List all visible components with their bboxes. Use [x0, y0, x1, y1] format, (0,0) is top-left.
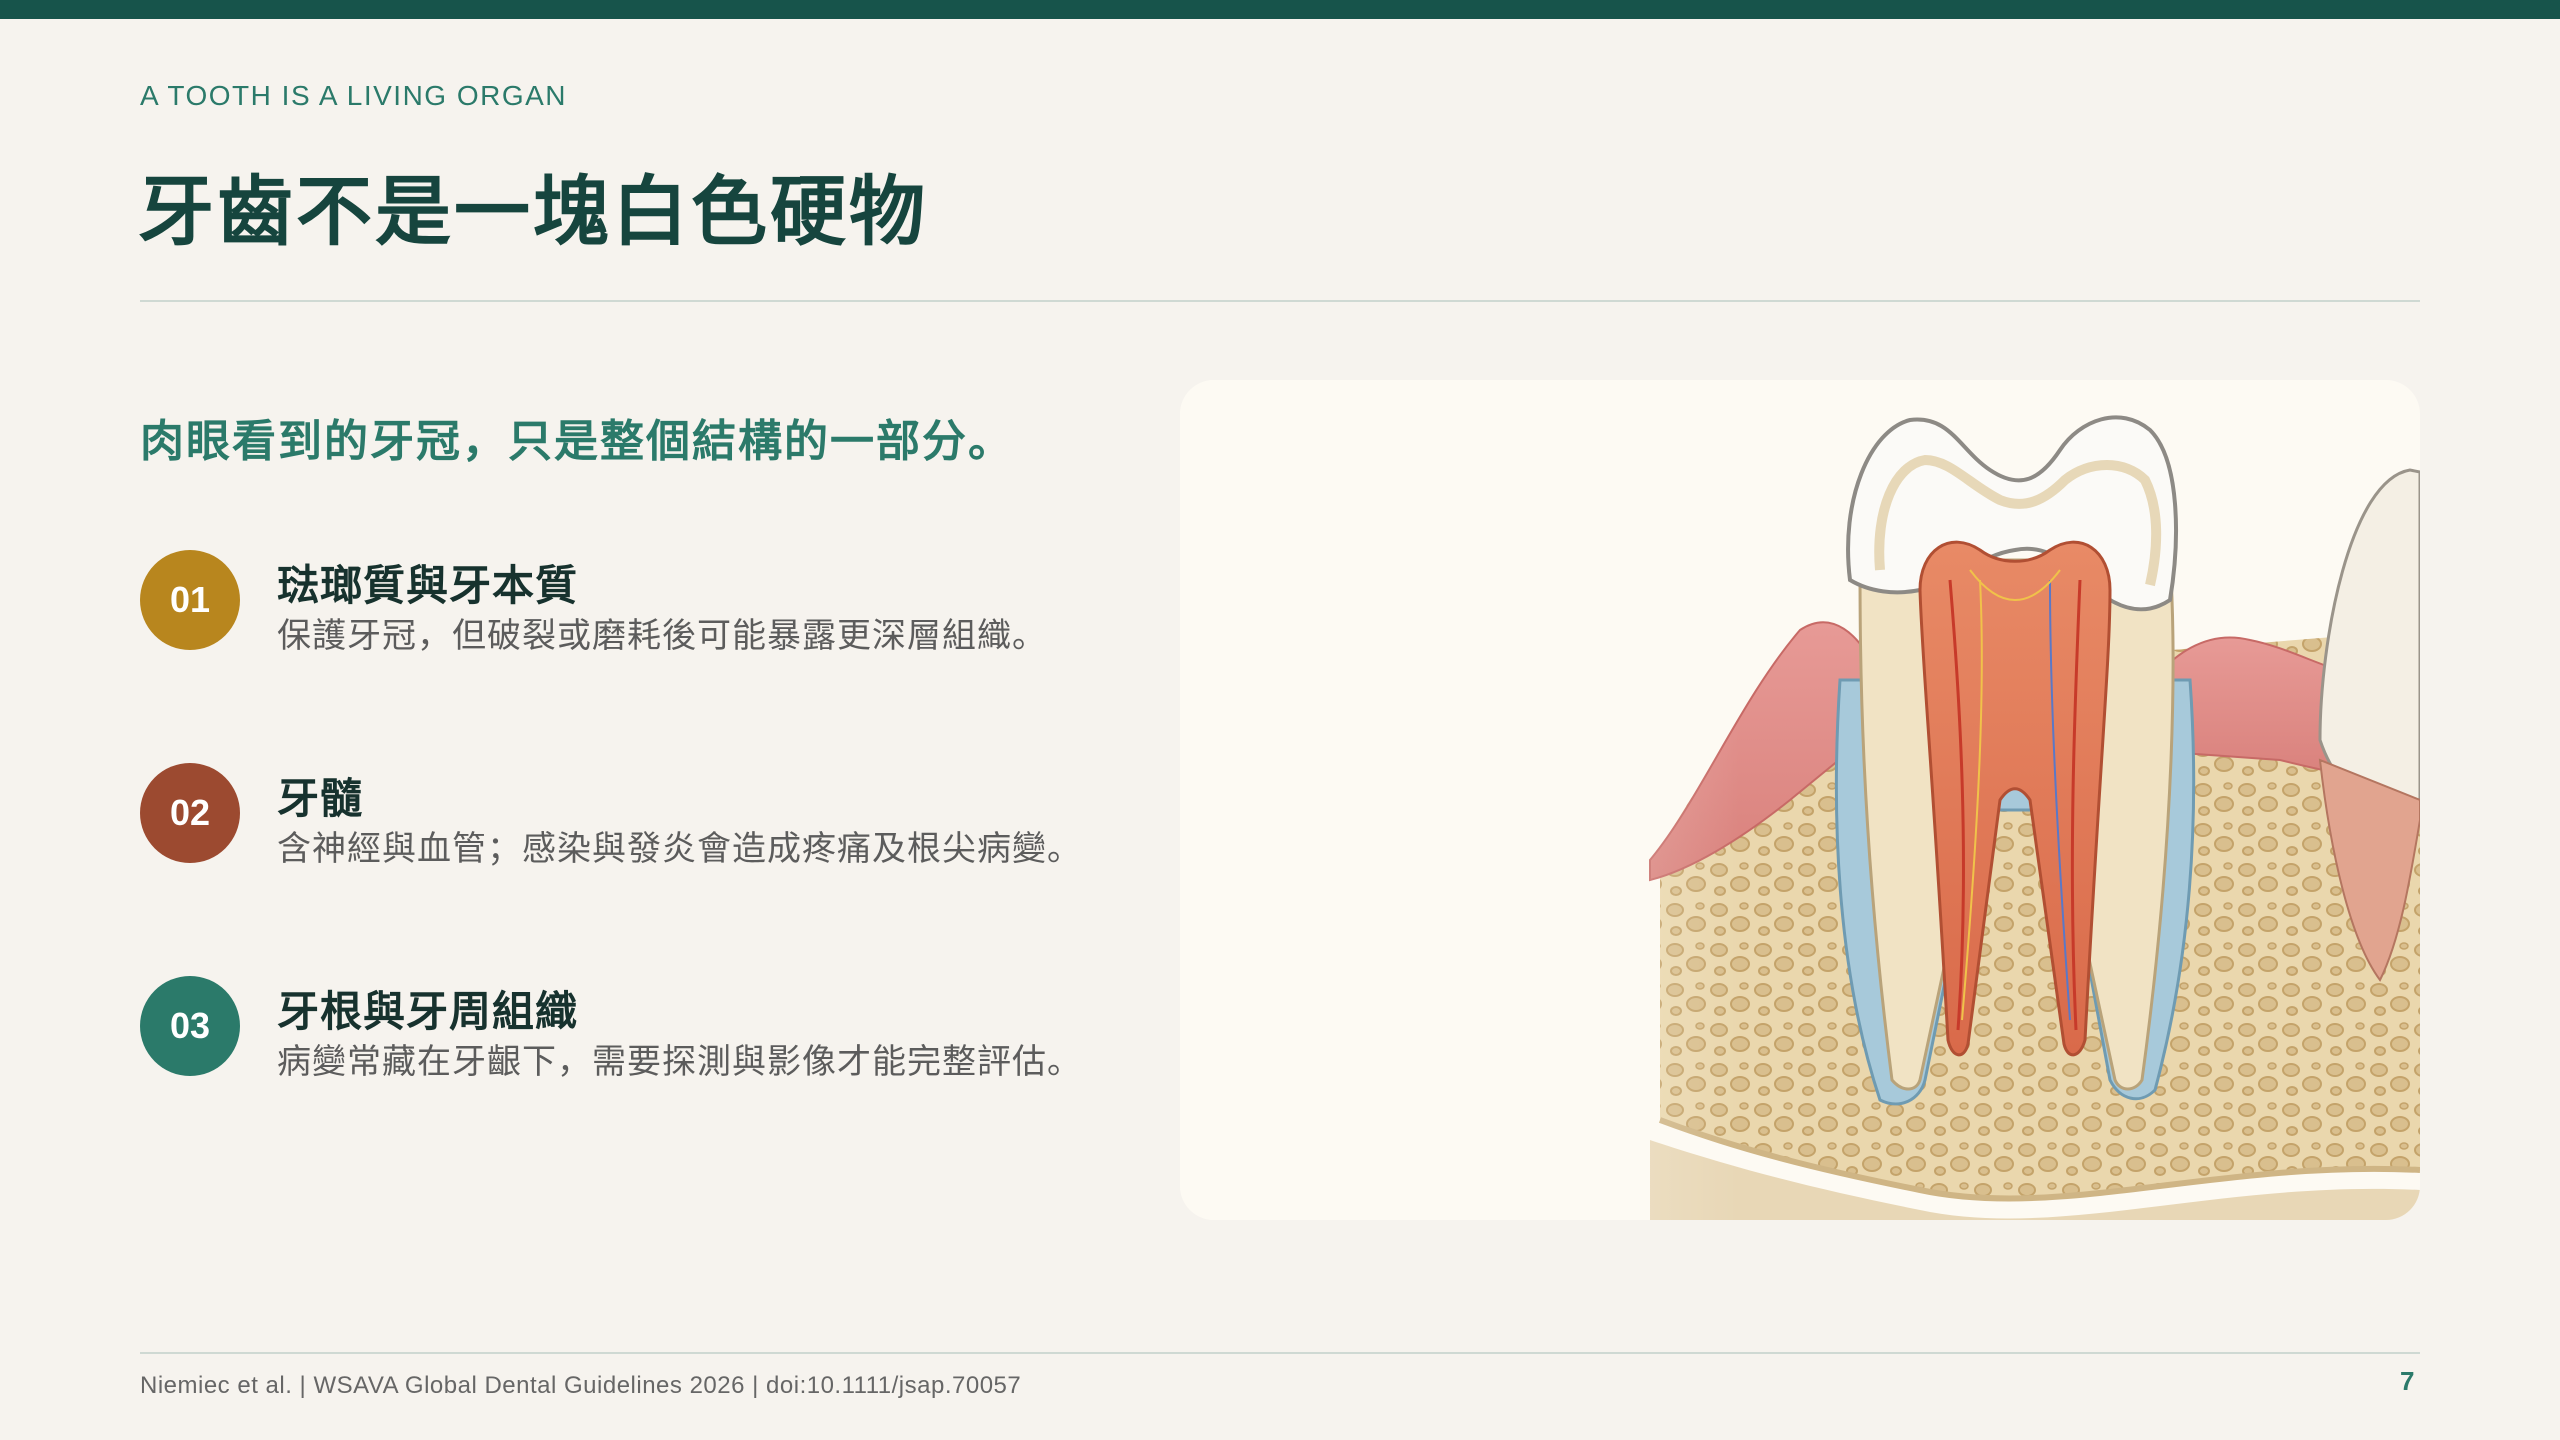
slide-title: 牙齒不是一塊白色硬物 — [138, 167, 928, 256]
eyebrow-label: A TOOTH IS A LIVING ORGAN — [140, 80, 568, 111]
header-divider — [140, 300, 2420, 302]
number-badge: 01 — [140, 550, 240, 650]
item-description: 保護牙冠，但破裂或磨耗後可能暴露更深層組織。 — [277, 616, 1047, 656]
illustration-card — [1180, 380, 2420, 1220]
item-title: 牙根與牙周組織 — [277, 987, 579, 1036]
number-badge: 02 — [140, 763, 240, 863]
item-title: 牙髓 — [277, 774, 364, 823]
item-description: 病變常藏在牙齦下，需要探測與影像才能完整評估。 — [277, 1042, 1082, 1082]
tooth-cross-section-illustration — [1180, 380, 2420, 1220]
item-description: 含神經與血管；感染與發炎會造成疼痛及根尖病變。 — [277, 829, 1082, 869]
footer-divider — [140, 1352, 2420, 1354]
slide: A TOOTH IS A LIVING ORGAN 牙齒不是一塊白色硬物 肉眼看… — [0, 0, 2560, 1440]
page-number: 7 — [2400, 1366, 2415, 1396]
number-badge: 03 — [140, 976, 240, 1076]
footer-citation: Niemiec et al. | WSAVA Global Dental Gui… — [140, 1372, 1022, 1399]
item-title: 琺瑯質與牙本質 — [277, 561, 579, 610]
top-accent-bar — [0, 0, 2560, 19]
lead-statement: 肉眼看到的牙冠，只是整個結構的一部分。 — [140, 416, 1014, 467]
